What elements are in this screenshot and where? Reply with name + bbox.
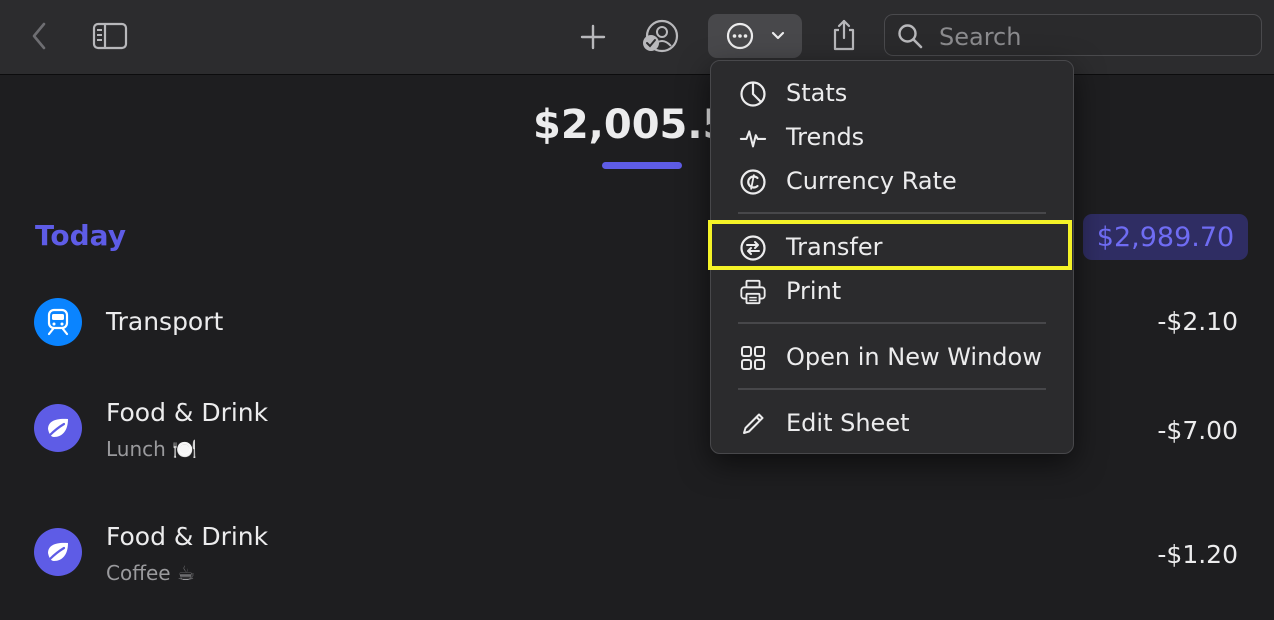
leaf-icon xyxy=(48,542,68,561)
share-people-button[interactable] xyxy=(638,16,682,56)
menu-item-stats[interactable]: Stats xyxy=(711,71,1073,115)
menu-item-edit-sheet[interactable]: Edit Sheet xyxy=(711,401,1073,445)
search-icon xyxy=(898,24,923,49)
currency-circle-icon xyxy=(740,169,766,195)
transaction-amount: -$1.20 xyxy=(1157,540,1238,569)
menu-item-transfer[interactable]: Transfer xyxy=(711,225,1073,269)
share-icon xyxy=(833,19,855,51)
search-box[interactable] xyxy=(884,14,1262,56)
transaction-row[interactable]: Transport -$2.10 xyxy=(0,290,1274,360)
share-button[interactable] xyxy=(826,16,862,54)
transaction-category: Food & Drink xyxy=(106,398,269,427)
menu-item-open-in-new-window[interactable]: Open in New Window xyxy=(711,335,1073,379)
train-icon xyxy=(47,308,69,336)
grid-window-icon xyxy=(741,346,765,370)
person-badge-icon xyxy=(643,19,679,53)
menu-item-label: Stats xyxy=(786,79,848,107)
chevron-left-icon xyxy=(32,22,46,50)
menu-separator xyxy=(738,322,1046,324)
menu-item-print[interactable]: Print xyxy=(711,269,1073,313)
menu-item-label: Open in New Window xyxy=(786,343,1042,371)
menu-separator xyxy=(738,212,1046,214)
transaction-note: Lunch 🍽️ xyxy=(106,437,198,461)
transaction-category: Food & Drink xyxy=(106,522,269,551)
category-avatar xyxy=(34,528,82,576)
more-actions-button[interactable] xyxy=(708,14,802,58)
section-total-badge[interactable]: $2,989.70 xyxy=(1083,214,1248,260)
more-actions-menu: Stats Trends Currency Rate Transfer Prin… xyxy=(710,60,1074,454)
menu-item-currency-rate[interactable]: Currency Rate xyxy=(711,159,1073,203)
toolbar xyxy=(0,0,1274,75)
menu-item-label: Transfer xyxy=(786,233,883,261)
transaction-amount: -$7.00 xyxy=(1157,416,1238,445)
transaction-row[interactable]: Food & Drink Coffee ☕ -$1.20 xyxy=(0,520,1274,600)
transaction-category: Transport xyxy=(106,307,224,336)
menu-separator xyxy=(738,388,1046,390)
back-button[interactable] xyxy=(24,20,54,52)
transfer-arrows-icon xyxy=(740,235,766,261)
pencil-icon xyxy=(743,413,764,434)
category-avatar xyxy=(34,298,82,346)
search-input[interactable] xyxy=(937,21,1241,53)
transaction-amount: -$2.10 xyxy=(1157,307,1238,336)
transaction-note: Coffee ☕ xyxy=(106,561,195,585)
menu-item-label: Currency Rate xyxy=(786,167,957,195)
sidebar-toggle-button[interactable] xyxy=(90,20,130,52)
balance-amount: $2,005.5 xyxy=(533,102,731,148)
menu-item-trends[interactable]: Trends xyxy=(711,115,1073,159)
section-title-today: Today xyxy=(35,219,126,252)
pie-chart-icon xyxy=(740,81,766,107)
waveform-icon xyxy=(739,130,767,148)
category-avatar xyxy=(34,404,82,452)
menu-item-label: Print xyxy=(786,277,842,305)
menu-item-label: Edit Sheet xyxy=(786,409,910,437)
add-button[interactable] xyxy=(576,20,610,54)
sidebar-toggle-icon xyxy=(92,22,128,50)
leaf-icon xyxy=(48,418,68,437)
ellipsis-circle-icon xyxy=(726,22,754,50)
plus-icon xyxy=(580,24,606,50)
menu-item-label: Trends xyxy=(786,123,865,151)
transaction-row[interactable]: Food & Drink Lunch 🍽️ -$7.00 xyxy=(0,396,1274,476)
balance-underline xyxy=(602,162,682,169)
chevron-down-icon xyxy=(771,31,785,40)
printer-icon xyxy=(740,279,766,305)
